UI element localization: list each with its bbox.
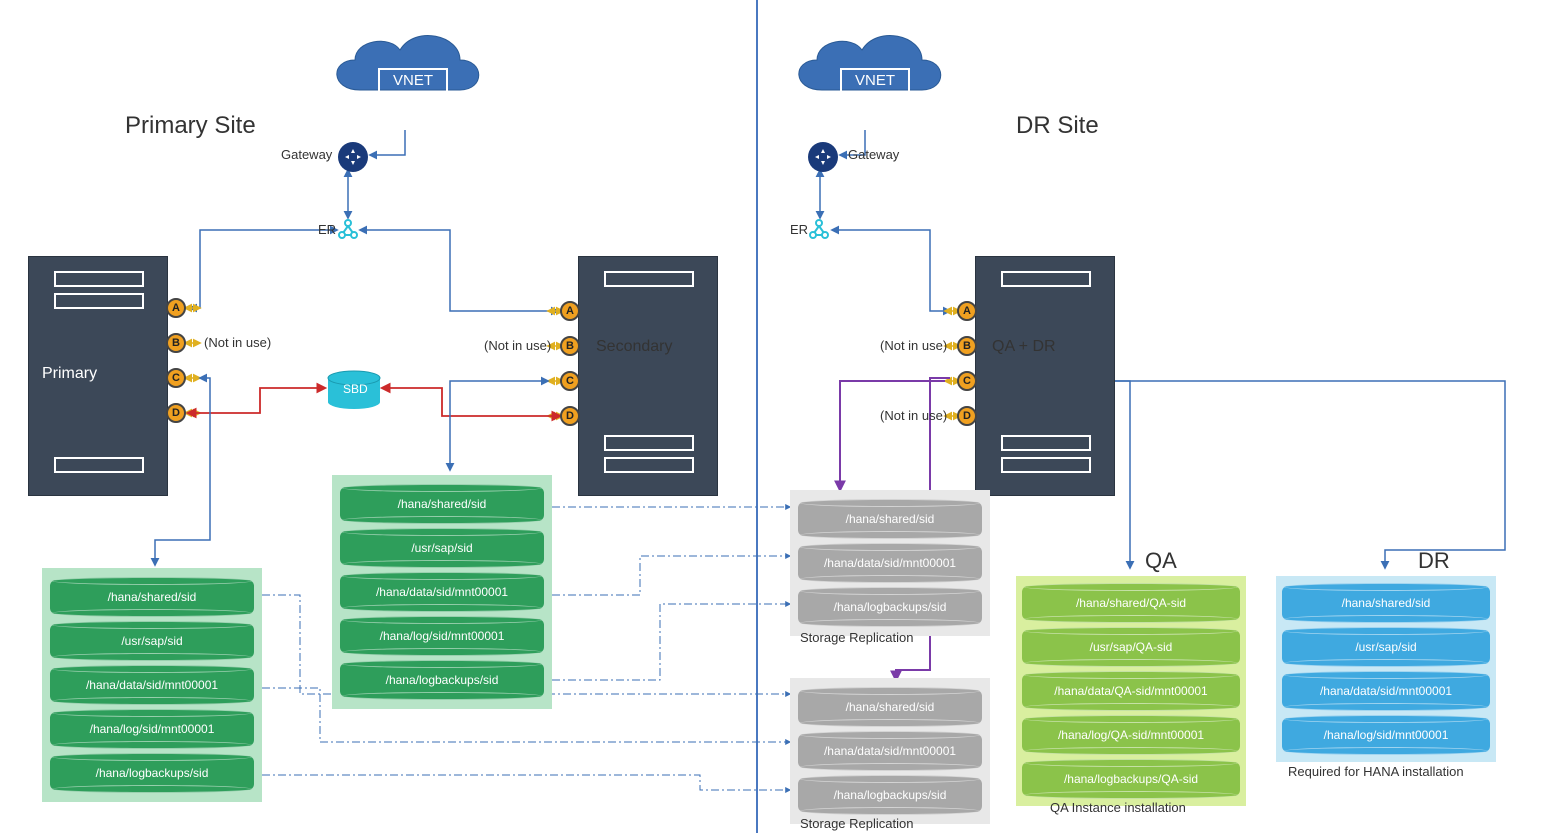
disk: /hana/data/sid/mnt00001 bbox=[798, 546, 982, 580]
secondary-not-in-use: (Not in use) bbox=[484, 338, 551, 353]
disk: /hana/shared/sid bbox=[798, 502, 982, 536]
qadr-not-in-use-d: (Not in use) bbox=[880, 408, 947, 423]
er-icon-dr bbox=[808, 218, 830, 245]
dr-site-title: DR Site bbox=[1016, 112, 1099, 140]
qadr-port-b: B bbox=[957, 336, 977, 356]
disk: /hana/shared/sid bbox=[340, 487, 544, 521]
vnet-label-dr: VNET bbox=[840, 68, 910, 93]
er-label-primary: ER bbox=[318, 222, 336, 237]
disk: /hana/data/sid/mnt00001 bbox=[340, 575, 544, 609]
disk: /hana/logbackups/QA-sid bbox=[1022, 762, 1240, 796]
primary-port-d: D bbox=[166, 403, 186, 423]
gateway-icon-primary bbox=[338, 142, 368, 172]
secondary-port-b: B bbox=[560, 336, 580, 356]
site-divider bbox=[756, 0, 758, 833]
disk: /hana/logbackups/sid bbox=[50, 756, 254, 790]
gateway-label-dr: Gateway bbox=[848, 147, 899, 162]
qadr-port-d: D bbox=[957, 406, 977, 426]
er-icon-primary bbox=[337, 218, 359, 245]
primary-server-label: Primary bbox=[42, 365, 97, 383]
primary-port-c: C bbox=[166, 368, 186, 388]
gateway-icon-dr bbox=[808, 142, 838, 172]
disk: /hana/data/sid/mnt00001 bbox=[50, 668, 254, 702]
dr-caption: Required for HANA installation bbox=[1288, 764, 1464, 779]
vnet-label-primary: VNET bbox=[378, 68, 448, 93]
primary-port-a: A bbox=[166, 298, 186, 318]
qadr-server-label: QA + DR bbox=[992, 338, 1056, 356]
secondary-server bbox=[578, 256, 718, 496]
disk: /hana/log/QA-sid/mnt00001 bbox=[1022, 718, 1240, 752]
er-label-dr: ER bbox=[790, 222, 808, 237]
qadr-port-a: A bbox=[957, 301, 977, 321]
secondary-port-c: C bbox=[560, 371, 580, 391]
disk: /hana/logbackups/sid bbox=[798, 590, 982, 624]
qadr-server bbox=[975, 256, 1115, 496]
disk: /usr/sap/sid bbox=[50, 624, 254, 658]
secondary-port-d: D bbox=[560, 406, 580, 426]
primary-not-in-use: (Not in use) bbox=[204, 335, 271, 350]
primary-storage-group: /hana/shared/sid /usr/sap/sid /hana/data… bbox=[42, 568, 262, 802]
disk: /hana/shared/sid bbox=[1282, 586, 1490, 620]
repl-group-1: /hana/shared/sid /hana/data/sid/mnt00001… bbox=[790, 490, 990, 636]
disk: /hana/data/QA-sid/mnt00001 bbox=[1022, 674, 1240, 708]
primary-site-title: Primary Site bbox=[125, 112, 256, 140]
qadr-port-c: C bbox=[957, 371, 977, 391]
repl-group-2: /hana/shared/sid /hana/data/sid/mnt00001… bbox=[790, 678, 990, 824]
disk: /hana/shared/QA-sid bbox=[1022, 586, 1240, 620]
disk: /hana/log/sid/mnt00001 bbox=[1282, 718, 1490, 752]
disk: /hana/log/sid/mnt00001 bbox=[50, 712, 254, 746]
disk: /hana/log/sid/mnt00001 bbox=[340, 619, 544, 653]
disk: /hana/logbackups/sid bbox=[340, 663, 544, 697]
disk: /hana/logbackups/sid bbox=[798, 778, 982, 812]
gateway-label-primary: Gateway bbox=[281, 147, 332, 162]
qa-label: QA bbox=[1145, 548, 1177, 574]
disk: /hana/shared/sid bbox=[798, 690, 982, 724]
sbd-label: SBD bbox=[343, 382, 368, 396]
disk: /usr/sap/QA-sid bbox=[1022, 630, 1240, 664]
qa-storage-group: /hana/shared/QA-sid /usr/sap/QA-sid /han… bbox=[1016, 576, 1246, 806]
secondary-server-label: Secondary bbox=[596, 338, 673, 356]
primary-port-b: B bbox=[166, 333, 186, 353]
secondary-storage-group: /hana/shared/sid /usr/sap/sid /hana/data… bbox=[332, 475, 552, 709]
disk: /usr/sap/sid bbox=[1282, 630, 1490, 664]
qa-caption: QA Instance installation bbox=[1050, 800, 1186, 815]
disk: /hana/data/sid/mnt00001 bbox=[1282, 674, 1490, 708]
storage-replication-label-1: Storage Replication bbox=[800, 630, 913, 645]
disk: /usr/sap/sid bbox=[340, 531, 544, 565]
dr-storage-group: /hana/shared/sid /usr/sap/sid /hana/data… bbox=[1276, 576, 1496, 762]
secondary-port-a: A bbox=[560, 301, 580, 321]
storage-replication-label-2: Storage Replication bbox=[800, 816, 913, 831]
qadr-not-in-use-b: (Not in use) bbox=[880, 338, 947, 353]
disk: /hana/data/sid/mnt00001 bbox=[798, 734, 982, 768]
disk: /hana/shared/sid bbox=[50, 580, 254, 614]
dr-label: DR bbox=[1418, 548, 1450, 574]
